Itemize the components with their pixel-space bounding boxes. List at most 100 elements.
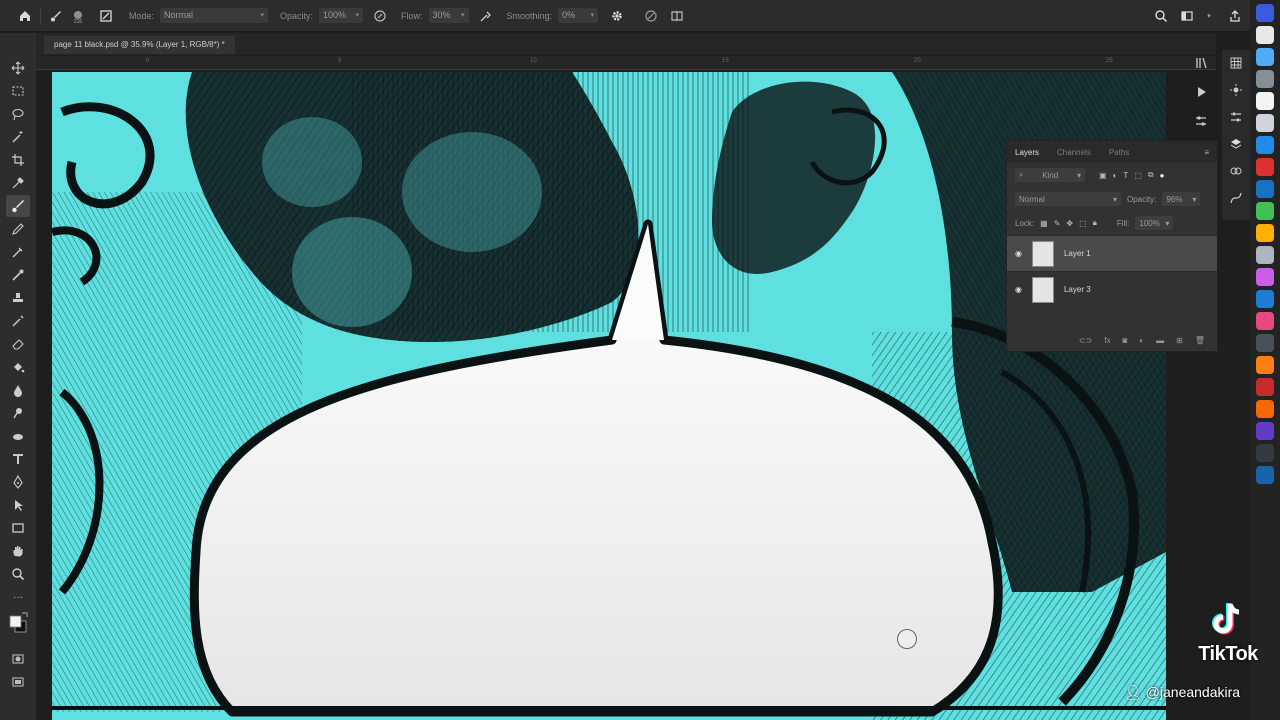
- adjustments-icon[interactable]: [1194, 114, 1208, 133]
- new-layer-icon[interactable]: ⊞: [1176, 336, 1183, 345]
- pressure-opacity-icon[interactable]: [371, 7, 389, 25]
- play-action-icon[interactable]: [1194, 85, 1208, 104]
- hand-tool-icon[interactable]: [6, 540, 30, 562]
- mode-select[interactable]: Normal ▾: [160, 8, 269, 23]
- fill-field[interactable]: 100% ▾: [1135, 216, 1174, 230]
- smoothing-field[interactable]: 0% ▾: [558, 8, 599, 23]
- adjustment-layer-icon[interactable]: ◐: [1139, 336, 1144, 345]
- new-group-icon[interactable]: ▬: [1156, 336, 1164, 345]
- pencil-tool-icon[interactable]: [6, 218, 30, 240]
- layer-style-icon[interactable]: fx: [1104, 336, 1110, 345]
- brush-settings-icon[interactable]: [97, 7, 115, 25]
- chevron-down-icon[interactable]: ▾: [1200, 7, 1218, 25]
- clone-stamp-tool-icon[interactable]: [6, 241, 30, 263]
- opacity-field[interactable]: 100% ▾: [319, 8, 364, 23]
- filter-toggle-icon[interactable]: ●: [1160, 171, 1165, 180]
- document-tab[interactable]: page 11 black.psd @ 35.9% (Layer 1, RGB/…: [44, 36, 235, 54]
- lock-artboard-icon[interactable]: ⬚: [1079, 219, 1087, 228]
- workspace-icon[interactable]: [1178, 7, 1196, 25]
- airbrush-icon[interactable]: [477, 7, 495, 25]
- marquee-tool-icon[interactable]: [6, 80, 30, 102]
- layer-row[interactable]: ◉ Layer 1: [1007, 235, 1217, 271]
- blur-tool-icon[interactable]: [6, 379, 30, 401]
- panel-menu-icon[interactable]: ≡: [1204, 148, 1209, 157]
- itunes-app-icon[interactable]: [1256, 312, 1274, 330]
- layer-opacity-field[interactable]: 96% ▾: [1162, 192, 1201, 206]
- libraries-icon[interactable]: [1194, 56, 1208, 75]
- brush-tool-icon[interactable]: [47, 7, 65, 25]
- sliders-icon[interactable]: [1229, 110, 1243, 129]
- eraser-tool-icon[interactable]: [6, 333, 30, 355]
- terminal-app-icon[interactable]: [1256, 334, 1274, 352]
- safari-app-icon[interactable]: [1256, 4, 1274, 22]
- lock-all-icon[interactable]: 🔒︎: [1093, 218, 1097, 228]
- lock-position-icon[interactable]: ✥: [1066, 219, 1073, 228]
- lock-pixels-icon[interactable]: ✎: [1054, 219, 1061, 228]
- calendar-app-icon[interactable]: [1256, 92, 1274, 110]
- move-tool-icon[interactable]: [6, 57, 30, 79]
- paint-bucket-tool-icon[interactable]: [6, 356, 30, 378]
- podcasts-app-icon[interactable]: [1256, 268, 1274, 286]
- grid-icon[interactable]: [1229, 56, 1243, 75]
- dodge-tool-icon[interactable]: [6, 402, 30, 424]
- blend-mode-select[interactable]: Normal ▾: [1015, 192, 1121, 206]
- filter-type-icon[interactable]: T: [1123, 171, 1128, 180]
- screen-mode-icon[interactable]: [6, 671, 30, 693]
- filter-adjustment-icon[interactable]: ◐: [1113, 171, 1118, 180]
- filter-kind-select[interactable]: ⌕ Kind ▾: [1015, 168, 1085, 182]
- eyedropper-tool-icon[interactable]: [6, 172, 30, 194]
- smudge-tool-icon[interactable]: [6, 425, 30, 447]
- filter-pixel-icon[interactable]: ▣: [1099, 171, 1107, 180]
- vlc-app-icon[interactable]: [1256, 400, 1274, 418]
- obs-app-icon[interactable]: [1256, 444, 1274, 462]
- layer-row[interactable]: ◉ Layer 3: [1007, 271, 1217, 307]
- mail-app-icon[interactable]: [1256, 136, 1274, 154]
- settings-app-icon[interactable]: [1256, 70, 1274, 88]
- brush-tool-icon[interactable]: [6, 195, 30, 217]
- share-icon[interactable]: [1226, 7, 1244, 25]
- acrobat-app-icon[interactable]: [1256, 378, 1274, 396]
- more-tools-icon[interactable]: ···: [6, 586, 30, 608]
- firefox-app-icon[interactable]: [1256, 356, 1274, 374]
- filter-smart-object-icon[interactable]: ⧉: [1148, 170, 1154, 180]
- filter-shape-icon[interactable]: ⬚: [1134, 171, 1142, 180]
- brush-preset-picker-icon[interactable]: 216: [69, 7, 87, 25]
- smoothing-gear-icon[interactable]: [608, 7, 626, 25]
- tab-layers[interactable]: Layers: [1015, 148, 1039, 157]
- stamp-tool-icon[interactable]: [6, 287, 30, 309]
- home-icon[interactable]: [16, 7, 34, 25]
- tab-paths[interactable]: Paths: [1109, 148, 1129, 157]
- add-mask-icon[interactable]: ◙: [1122, 336, 1127, 345]
- zoom-app-icon[interactable]: [1256, 290, 1274, 308]
- star-app-icon[interactable]: [1256, 422, 1274, 440]
- messages-app-icon[interactable]: [1256, 202, 1274, 220]
- healing-brush-tool-icon[interactable]: [6, 310, 30, 332]
- photoshop-app-icon[interactable]: [1256, 466, 1274, 484]
- history-brush-tool-icon[interactable]: [6, 264, 30, 286]
- music-app-icon[interactable]: [1256, 158, 1274, 176]
- channels-icon[interactable]: [1229, 164, 1243, 183]
- path-selection-tool-icon[interactable]: [6, 494, 30, 516]
- flow-field[interactable]: 30% ▾: [428, 8, 469, 23]
- launchpad-app-icon[interactable]: [1256, 26, 1274, 44]
- eye-visibility-icon[interactable]: ◉: [1015, 285, 1022, 294]
- layers-stack-icon[interactable]: [1229, 137, 1243, 156]
- magic-wand-tool-icon[interactable]: [6, 126, 30, 148]
- preview-app-icon[interactable]: [1256, 246, 1274, 264]
- photos-app-icon[interactable]: [1256, 224, 1274, 242]
- tab-channels[interactable]: Channels: [1057, 148, 1091, 157]
- lock-transparent-icon[interactable]: ▦: [1040, 219, 1048, 228]
- search-icon[interactable]: [1152, 7, 1170, 25]
- store-app-icon[interactable]: [1256, 180, 1274, 198]
- symmetry-icon[interactable]: [668, 7, 686, 25]
- color-swatches[interactable]: [6, 609, 30, 639]
- finder-app-icon[interactable]: [1256, 48, 1274, 66]
- quick-mask-icon[interactable]: [6, 648, 30, 670]
- notes-app-icon[interactable]: [1256, 114, 1274, 132]
- zoom-tool-icon[interactable]: [6, 563, 30, 585]
- rectangle-tool-icon[interactable]: [6, 517, 30, 539]
- horizontal-ruler[interactable]: 0 5 10 15 20 25: [36, 56, 1216, 70]
- artwork-canvas[interactable]: [52, 72, 1166, 720]
- eye-visibility-icon[interactable]: ◉: [1015, 249, 1022, 258]
- delete-layer-icon[interactable]: 🗑︎: [1195, 336, 1205, 345]
